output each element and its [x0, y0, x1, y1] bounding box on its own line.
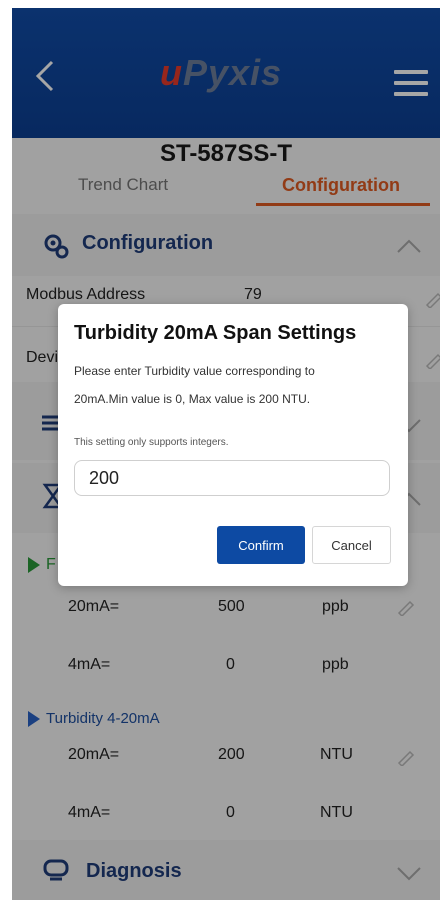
screen: uPyxis ST-587SS-T Trend Chart Configurat… [0, 0, 443, 908]
span-value-input[interactable] [74, 460, 390, 496]
cancel-button[interactable]: Cancel [312, 526, 391, 564]
span-settings-dialog: Turbidity 20mA Span Settings Please ente… [58, 304, 408, 586]
dialog-title: Turbidity 20mA Span Settings [74, 322, 357, 344]
confirm-button[interactable]: Confirm [217, 526, 305, 564]
dialog-integer-note: This setting only supports integers. [74, 437, 229, 448]
dialog-instruction-line1: Please enter Turbidity value correspondi… [74, 364, 315, 378]
app-screen: uPyxis ST-587SS-T Trend Chart Configurat… [12, 8, 440, 900]
dialog-instruction-line2: 20mA.Min value is 0, Max value is 200 NT… [74, 392, 311, 406]
